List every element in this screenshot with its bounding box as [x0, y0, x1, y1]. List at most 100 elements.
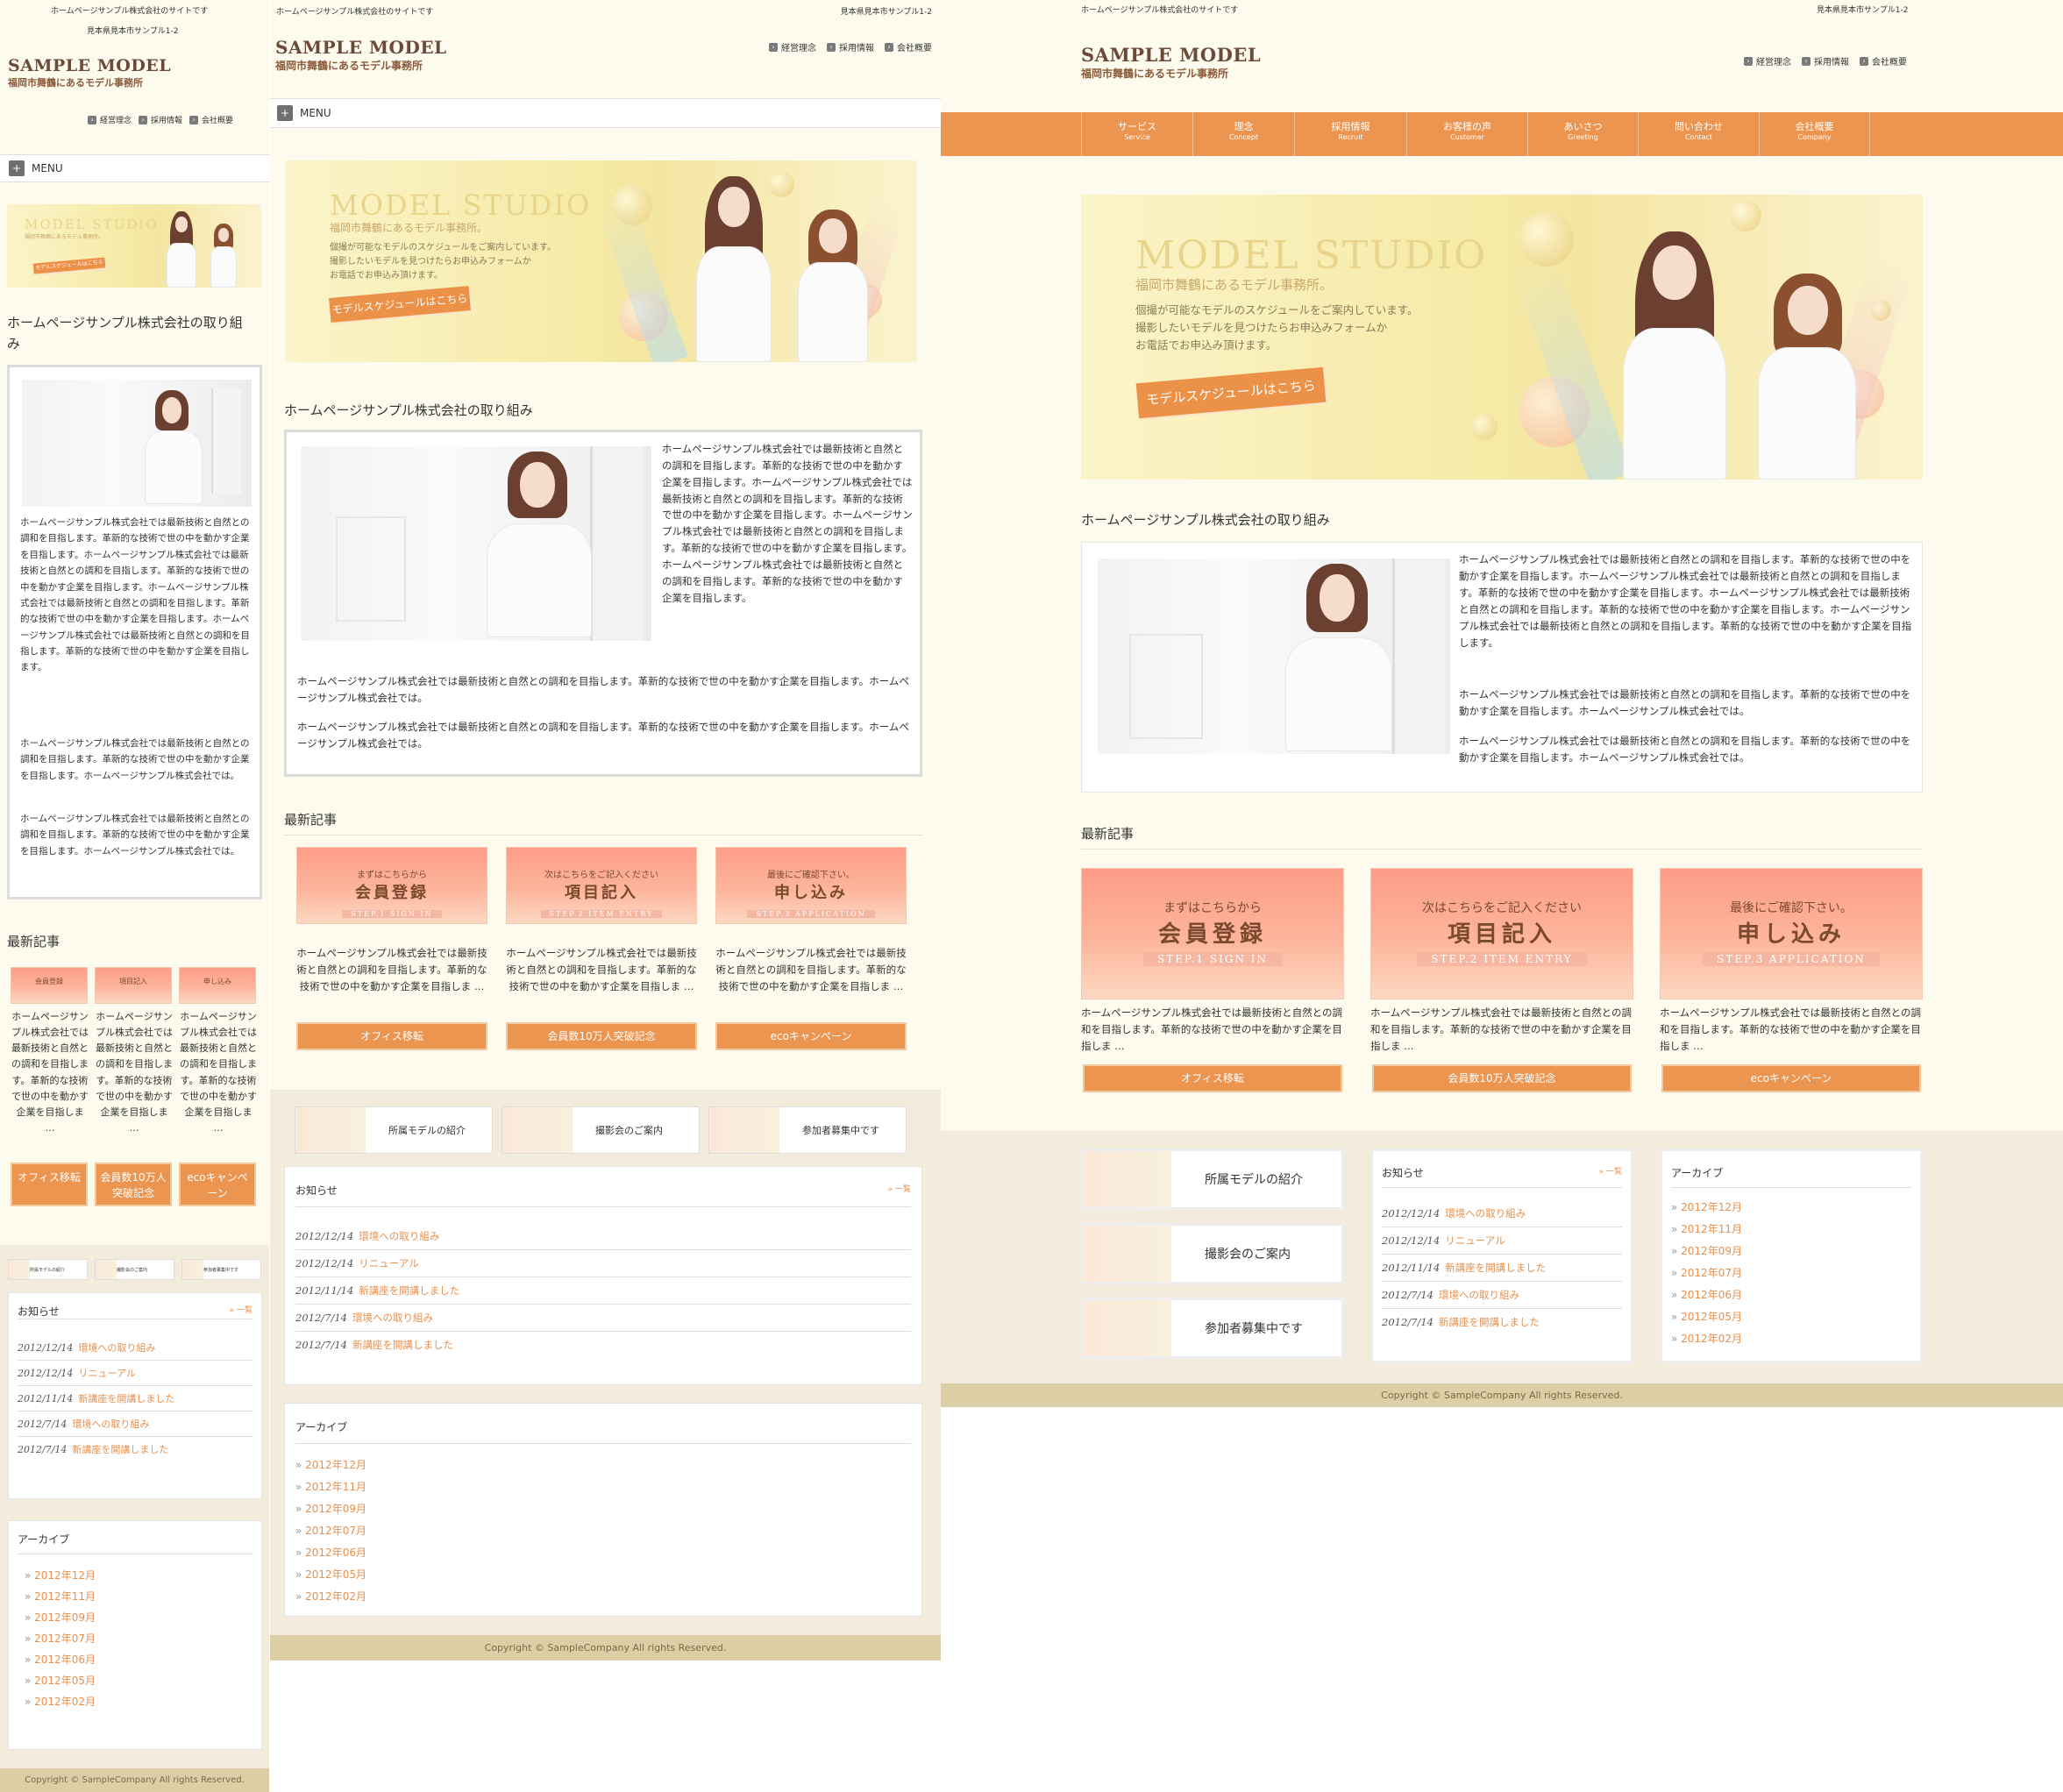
news-item[interactable]: 2012/11/14 新講座を開講しました: [295, 1277, 911, 1305]
news-heading: お知らせ: [1382, 1167, 1424, 1179]
logo-subtitle: 福岡市舞鶴にあるモデル事務所: [8, 77, 143, 89]
nav-item-contact[interactable]: 問い合わせ Contact: [1639, 112, 1760, 156]
members-button[interactable]: 会員数10万人突破記念: [95, 1163, 172, 1206]
news-more-link[interactable]: » 一覧: [888, 1183, 911, 1198]
header-link[interactable]: › 会社概要: [885, 40, 932, 53]
archive-link[interactable]: 2012年05月: [1671, 1306, 1911, 1328]
eco-button[interactable]: ecoキャンペーン: [1661, 1064, 1921, 1092]
banner-button[interactable]: モデルスケジュールはこちら: [329, 286, 471, 323]
archive-link[interactable]: 2012年12月: [295, 1454, 911, 1476]
archive-link[interactable]: 2012年07月: [295, 1520, 911, 1542]
archive-heading: アーカイブ: [1671, 1165, 1911, 1188]
main-banner[interactable]: MODEL STUDIO 福岡市舞鶴にあるモデル事務所。 個撮が可能なモデルのス…: [286, 160, 917, 362]
header-link[interactable]: › 経営理念: [88, 114, 132, 125]
news-item[interactable]: 2012/12/14 環境への取り組み: [1382, 1200, 1622, 1227]
recruit-banner[interactable]: 参加者募集中です: [181, 1259, 261, 1280]
members-button[interactable]: 会員数10万人突破記念: [1372, 1064, 1632, 1092]
card-image[interactable]: 最後にご確認下さい。 申し込み STEP.3 APPLICATION: [1660, 868, 1923, 999]
archive-link[interactable]: 2012年07月: [1671, 1262, 1911, 1284]
nav-item-recruit[interactable]: 採用情報 Recruit: [1295, 112, 1407, 156]
office-move-button[interactable]: オフィス移転: [1083, 1064, 1342, 1092]
banner-button[interactable]: モデルスケジュールはこちら: [1135, 366, 1327, 419]
nav-item-concept[interactable]: 理念 Concept: [1193, 112, 1295, 156]
card-image[interactable]: 会員登録: [11, 967, 88, 1004]
news-item[interactable]: 2012/11/14 新講座を開講しました: [18, 1386, 253, 1412]
news-item[interactable]: 2012/12/14 リニューアル: [1382, 1227, 1622, 1255]
card-image[interactable]: 最後にご確認下さい。 申し込み STEP.3 APPLICATION: [715, 847, 907, 924]
nav-item-greeting[interactable]: あいさつ Greeting: [1528, 112, 1639, 156]
eco-button[interactable]: ecoキャンペーン: [715, 1022, 907, 1050]
header-link[interactable]: › 採用情報: [139, 114, 182, 125]
header-link[interactable]: › 採用情報: [1802, 54, 1849, 68]
news-item[interactable]: 2012/7/14 環境への取り組み: [18, 1412, 253, 1437]
archive-link[interactable]: 2012年09月: [1671, 1241, 1911, 1262]
main-banner[interactable]: MODEL STUDIO 福岡市舞鶴にあるモデル事務所。 モデルスケジュールはこ…: [7, 204, 261, 288]
menu-toggle[interactable]: + MENU: [0, 154, 269, 182]
office-move-button[interactable]: オフィス移転: [11, 1163, 88, 1206]
header-link[interactable]: › 採用情報: [827, 40, 874, 53]
card-image[interactable]: 項目記入: [95, 967, 172, 1004]
banner-button[interactable]: モデルスケジュールはこちら: [32, 257, 106, 274]
archive-link[interactable]: 2012年05月: [295, 1564, 911, 1586]
models-banner[interactable]: 所属モデルの紹介: [1081, 1148, 1344, 1210]
archive-link[interactable]: 2012年09月: [295, 1498, 911, 1520]
archive-link[interactable]: 2012年06月: [1671, 1284, 1911, 1306]
nav-item-customer[interactable]: お客様の声 Customer: [1407, 112, 1528, 156]
archive-link[interactable]: 2012年07月: [25, 1628, 253, 1649]
photo-session-banner[interactable]: 撮影会のご案内: [502, 1106, 700, 1154]
card-image[interactable]: まずはこちらから 会員登録 STEP.1 SIGN IN: [296, 847, 487, 924]
recruit-banner[interactable]: 参加者募集中です: [1081, 1298, 1344, 1359]
nav-item-company[interactable]: 会社概要 Company: [1760, 112, 1870, 156]
archive-link[interactable]: 2012年06月: [295, 1542, 911, 1564]
news-item[interactable]: 2012/12/14 リニューアル: [295, 1250, 911, 1277]
nav-item-service[interactable]: サービス Service: [1081, 112, 1193, 156]
intro-paragraph: ホームページサンプル株式会社では最新技術と自然との調和を目指します。革新的な技術…: [20, 738, 250, 781]
archive-link[interactable]: 2012年05月: [25, 1670, 253, 1691]
recruit-banner[interactable]: 参加者募集中です: [708, 1106, 907, 1154]
logo[interactable]: SAMPLE MODEL 福岡市舞鶴にあるモデル事務所: [8, 56, 171, 89]
news-item[interactable]: 2012/7/14 新講座を開講しました: [1382, 1309, 1622, 1335]
header-link[interactable]: › 経営理念: [1744, 54, 1791, 68]
intro-paragraph: ホームページサンプル株式会社では最新技術と自然との調和を目指します。革新的な技術…: [297, 675, 909, 704]
archive-link[interactable]: 2012年06月: [25, 1649, 253, 1670]
news-more-link[interactable]: » 一覧: [230, 1304, 253, 1319]
card-image[interactable]: 次はこちらをご記入ください 項目記入 STEP.2 ITEM ENTRY: [506, 847, 697, 924]
card-image[interactable]: 申し込み: [179, 967, 256, 1004]
archive-link[interactable]: 2012年11月: [295, 1476, 911, 1498]
models-banner[interactable]: 所属モデルの紹介: [8, 1259, 88, 1280]
models-banner[interactable]: 所属モデルの紹介: [295, 1106, 493, 1154]
archive-link[interactable]: 2012年12月: [1671, 1197, 1911, 1219]
header-link[interactable]: › 会社概要: [189, 114, 233, 125]
archive-link[interactable]: 2012年11月: [1671, 1219, 1911, 1241]
news-item[interactable]: 2012/7/14 環境への取り組み: [295, 1305, 911, 1332]
news-item[interactable]: 2012/11/14 新講座を開講しました: [1382, 1255, 1622, 1282]
news-item[interactable]: 2012/12/14 環境への取り組み: [295, 1223, 911, 1250]
card-text: ホームページサンプル株式会社では最新技術と自然との調和を目指します。革新的な技術…: [180, 1011, 257, 1134]
header-link[interactable]: › 経営理念: [769, 40, 816, 53]
main-banner[interactable]: MODEL STUDIO 福岡市舞鶴にあるモデル事務所。 個撮が可能なモデルのス…: [1081, 195, 1923, 480]
news-item[interactable]: 2012/7/14 新講座を開講しました: [295, 1332, 911, 1358]
logo[interactable]: SAMPLE MODEL 福岡市舞鶴にあるモデル事務所: [1081, 44, 1261, 81]
archive-link[interactable]: 2012年02月: [25, 1691, 253, 1712]
news-more-link[interactable]: » 一覧: [1599, 1165, 1622, 1180]
card-image[interactable]: 次はこちらをご記入ください 項目記入 STEP.2 ITEM ENTRY: [1370, 868, 1633, 999]
archive-link[interactable]: 2012年02月: [1671, 1328, 1911, 1350]
news-item[interactable]: 2012/12/14 リニューアル: [18, 1361, 253, 1386]
logo[interactable]: SAMPLE MODEL 福岡市舞鶴にあるモデル事務所: [275, 37, 447, 73]
menu-toggle[interactable]: + MENU: [270, 98, 941, 128]
news-item[interactable]: 2012/7/14 環境への取り組み: [1382, 1282, 1622, 1309]
photo-session-banner[interactable]: 撮影会のご案内: [95, 1259, 174, 1280]
eco-button[interactable]: ecoキャンペーン: [179, 1163, 256, 1206]
archive-link[interactable]: 2012年12月: [25, 1565, 253, 1586]
archive-link[interactable]: 2012年11月: [25, 1586, 253, 1607]
members-button[interactable]: 会員数10万人突破記念: [506, 1022, 697, 1050]
photo-session-banner[interactable]: 撮影会のご案内: [1081, 1223, 1344, 1284]
card-image[interactable]: まずはこちらから 会員登録 STEP.1 SIGN IN: [1081, 868, 1344, 999]
archive-link[interactable]: 2012年02月: [295, 1586, 911, 1608]
news-item[interactable]: 2012/12/14 環境への取り組み: [18, 1335, 253, 1361]
header-link[interactable]: › 会社概要: [1860, 54, 1907, 68]
intro-paragraph: ホームページサンプル株式会社では最新技術と自然との調和を目指します。革新的な技術…: [662, 443, 913, 604]
news-item[interactable]: 2012/7/14 新講座を開講しました: [18, 1437, 253, 1461]
archive-link[interactable]: 2012年09月: [25, 1607, 253, 1628]
office-move-button[interactable]: オフィス移転: [296, 1022, 487, 1050]
